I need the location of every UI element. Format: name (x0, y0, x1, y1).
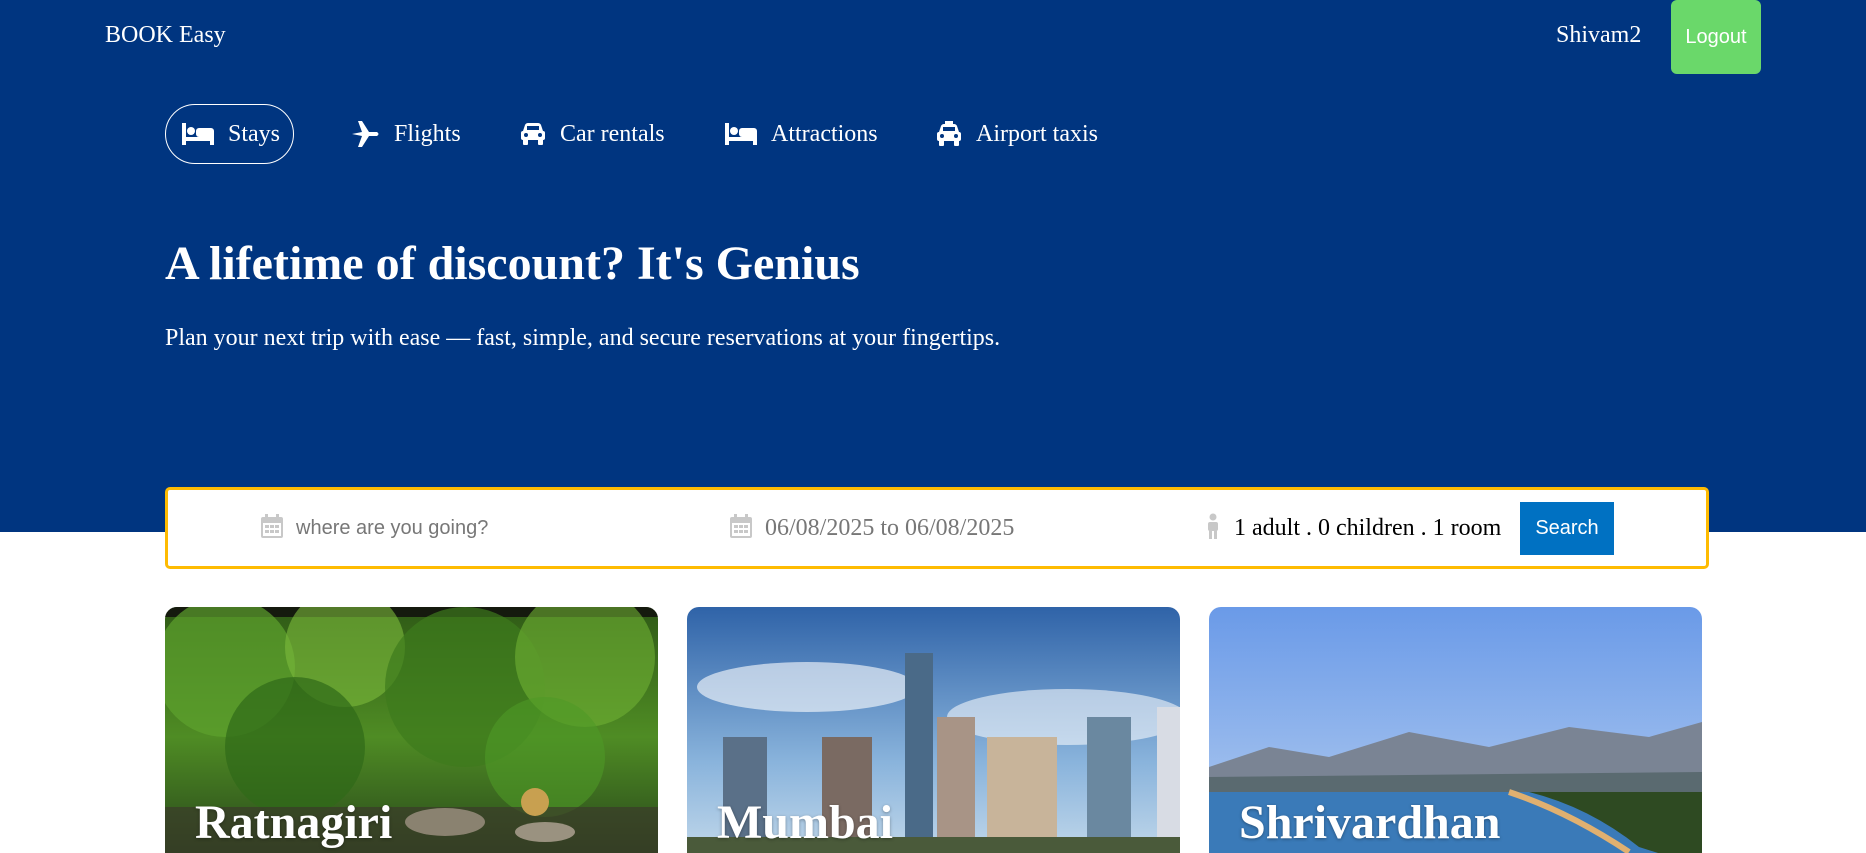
search-bar: 06/08/2025 to 06/08/2025 1 adult . 0 chi… (165, 487, 1709, 569)
tab-label: Flights (394, 120, 461, 147)
tab-attractions[interactable]: Attractions (725, 104, 878, 164)
calendar-icon (730, 513, 752, 543)
city-name: Ratnagiri (195, 796, 393, 849)
tab-label: Stays (228, 120, 281, 147)
tab-car-rentals[interactable]: Car rentals (520, 104, 665, 164)
date-range-field[interactable]: 06/08/2025 to 06/08/2025 (730, 490, 1014, 566)
tab-label: Airport taxis (976, 120, 1098, 147)
bed-icon (725, 123, 757, 145)
bed-icon (182, 123, 214, 145)
tab-stays[interactable]: Stays (165, 104, 294, 164)
guests-field[interactable]: 1 adult . 0 children . 1 room (1205, 490, 1501, 566)
page-subtitle: Plan your next trip with ease — fast, si… (165, 325, 1001, 351)
city-card-shrivardhan[interactable]: Shrivardhan (1209, 607, 1702, 853)
guests-text[interactable]: 1 adult . 0 children . 1 room (1234, 515, 1501, 542)
city-card-mumbai[interactable]: Mumbai (687, 607, 1180, 853)
calendar-icon (261, 513, 283, 543)
navbar: BOOK Easy Shivam2 Logout (0, 0, 1866, 74)
search-button[interactable]: Search (1520, 502, 1614, 555)
hero-header: BOOK Easy Shivam2 Logout Stays Flights C… (0, 0, 1866, 532)
taxi-icon (936, 121, 962, 147)
tab-flights[interactable]: Flights (352, 104, 461, 164)
tab-label: Car rentals (560, 120, 665, 147)
city-name: Mumbai (717, 796, 894, 849)
logout-button[interactable]: Logout (1671, 0, 1761, 74)
page-title: A lifetime of discount? It's Genius (165, 237, 860, 290)
brand-logo[interactable]: BOOK Easy (105, 22, 226, 49)
person-icon (1205, 513, 1221, 544)
username-label: Shivam2 (1556, 22, 1642, 48)
destination-field[interactable] (261, 490, 616, 566)
date-range-text[interactable]: 06/08/2025 to 06/08/2025 (765, 515, 1014, 542)
car-icon (520, 122, 546, 146)
city-card-ratnagiri[interactable]: Ratnagiri (165, 607, 658, 853)
tab-airport-taxis[interactable]: Airport taxis (936, 104, 1098, 164)
destination-input[interactable] (296, 516, 616, 540)
tab-label: Attractions (771, 120, 878, 147)
plane-icon (352, 121, 380, 147)
city-name: Shrivardhan (1239, 796, 1501, 849)
